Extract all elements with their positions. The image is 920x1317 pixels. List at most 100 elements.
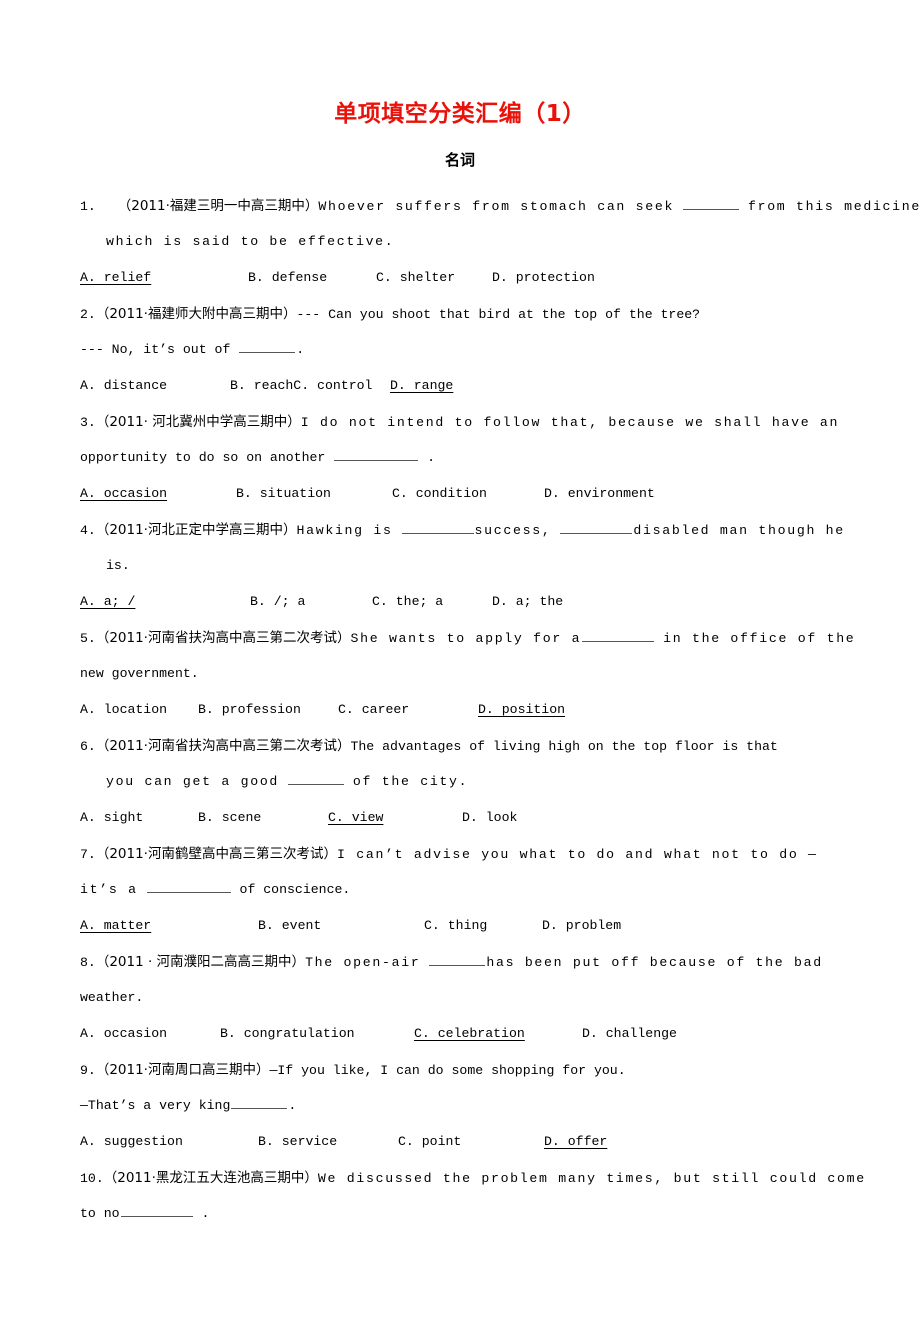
question-stem-line-2: new government. [80,656,840,692]
option-a[interactable]: A. suggestion [80,1124,258,1160]
option-d[interactable]: D. offer [544,1124,607,1160]
question-stem-text-cont: success, [474,523,552,538]
option-bc[interactable]: B. reachC. control [230,368,390,404]
question-stem-text: which is said to be effective. [106,234,395,249]
question-stem-line: 2.（2011·福建师大附中高三期中）--- Can you shoot tha… [80,296,840,332]
option-b[interactable]: B. defense [248,260,376,296]
option-row: A. suggestion B. service C. point D. offer [80,1124,840,1160]
option-b[interactable]: B. congratulation [220,1016,414,1052]
option-c[interactable]: C. view [328,800,462,836]
question-stem-text: you can get a good [106,774,280,789]
option-b[interactable]: B. service [258,1124,398,1160]
question-source: （2011·福建三明一中高三期中） [117,198,319,214]
option-row: A. occasion B. congratulation C. celebrati… [80,1016,840,1052]
question-stem-text: new government. [80,666,199,681]
question-stem-text: We discussed the problem many times, but… [317,1171,866,1186]
question-number: 3. [80,415,96,430]
option-b[interactable]: B. event [258,908,424,944]
question-stem-text-cont: . [201,1206,210,1221]
answer-blank [120,1204,193,1217]
answer-blank [683,197,740,210]
question-item: 2.（2011·福建师大附中高三期中）--- Can you shoot tha… [80,296,840,404]
question-stem-text: —If you like, I can do some shopping for… [269,1063,626,1078]
option-d[interactable]: D. protection [492,260,595,296]
question-stem-line-2: weather. [80,980,840,1016]
question-number: 8. [80,955,96,970]
option-c[interactable]: C. celebration [414,1016,582,1052]
option-a[interactable]: A. location [80,692,198,728]
option-d[interactable]: D. problem [542,908,621,944]
question-stem-text: Hawking is [296,523,393,538]
option-b[interactable]: B. scene [198,800,328,836]
question-item: 1. （2011·福建三明一中高三期中）Whoever suffers from… [80,188,920,296]
option-a[interactable]: A. sight [80,800,198,836]
question-source: （2011·福建师大附中高三期中） [95,306,297,322]
question-item: 7.（2011·河南鹤壁高中高三第三次考试）I can’t advise you… [80,836,840,944]
question-item: 8.（2011 · 河南濮阳二高高三期中）The open-air has be… [80,944,840,1052]
option-b[interactable]: B. profession [198,692,338,728]
question-stem-line: 1. （2011·福建三明一中高三期中）Whoever suffers from… [80,188,920,224]
question-item: 4.（2011·河北正定中学高三期中）Hawking is success, d… [80,512,843,620]
option-c[interactable]: C. condition [392,476,544,512]
question-number: 6. [80,739,96,754]
question-stem-text: I do not intend to follow that, because … [300,415,840,430]
question-stem-text: opportunity to do so on another [80,450,326,465]
option-c[interactable]: C. shelter [376,260,492,296]
question-stem-text: it’s a [80,882,138,897]
document-page: 单项填空分类汇编（1） 名词 1. （2011·福建三明一中高三期中）Whoev… [0,15,920,1317]
question-stem-text-cont-2: disabled man though he [633,523,845,538]
answer-blank [146,880,231,893]
question-stem-text: to no [80,1206,120,1221]
question-stem-line: 7.（2011·河南鹤壁高中高三第三次考试）I can’t advise you… [80,836,840,872]
question-stem-line: 5.（2011·河南省扶沟高中高三第二次考试）She wants to appl… [80,620,854,656]
question-number: 1. [80,199,96,214]
option-a[interactable]: A. occasion [80,1016,220,1052]
option-b[interactable]: B. /; a [250,584,372,620]
question-number: 7. [80,847,96,862]
option-d[interactable]: D. a; the [492,584,563,620]
option-c[interactable]: C. point [398,1124,544,1160]
option-c[interactable]: C. the; a [372,584,492,620]
question-stem-text: Whoever suffers from stomach can seek [318,199,675,214]
option-d[interactable]: D. look [462,800,517,836]
question-stem-text: weather. [80,990,144,1005]
answer-blank [287,772,344,785]
option-row: A. sight B. scene C. view D. look [80,800,840,836]
option-c[interactable]: C. career [338,692,478,728]
question-stem-text: —That’s a very king [80,1098,231,1113]
question-source: （2011 · 河南濮阳二高高三期中） [95,954,306,970]
question-source: （2011·河南鹤壁高中高三第三次考试） [95,846,337,862]
option-a[interactable]: A. matter [80,908,258,944]
question-stem-text-cont: has been put off because of the bad [486,955,823,970]
question-source: （2011·河南周口高三期中） [95,1062,270,1078]
question-stem-text-cont: . [288,1098,297,1113]
option-c[interactable]: C. thing [424,908,542,944]
question-source: （2011·河北正定中学高三期中） [95,522,297,538]
question-item: 10.（2011·黑龙江五大连池高三期中）We discussed the pr… [80,1160,864,1232]
option-d[interactable]: D. range [390,368,453,404]
option-d[interactable]: D. environment [544,476,655,512]
answer-blank-2 [560,521,633,534]
question-number: 2. [80,307,96,322]
question-item: 6.（2011·河南省扶沟高中高三第二次考试）The advantages of… [80,728,840,836]
option-d[interactable]: D. position [478,692,565,728]
option-b[interactable]: B. situation [236,476,392,512]
question-stem-text-cont: of the city. [352,774,469,789]
answer-blank [239,340,296,353]
question-source: （2011·黑龙江五大连池高三期中） [103,1170,318,1186]
option-row: A. relief B. defense C. shelter D. protecti… [80,260,840,296]
question-stem-line: 8.（2011 · 河南濮阳二高高三期中）The open-air has be… [80,944,840,980]
option-d[interactable]: D. challenge [582,1016,677,1052]
answer-blank [401,521,474,534]
question-stem-text-cont: from this medicine, [747,199,920,214]
question-stem-line-2: you can get a good of the city. [80,764,840,800]
question-number: 10. [80,1171,104,1186]
option-a[interactable]: A. a; / [80,584,250,620]
answer-blank [429,953,486,966]
question-stem-line-2: is. [80,548,840,584]
option-row: A. distance B. reachC. control D. range [80,368,840,404]
question-stem-text: --- Can you shoot that bird at the top o… [296,307,701,322]
option-a[interactable]: A. occasion [80,476,236,512]
option-a[interactable]: A. distance [80,368,230,404]
option-a[interactable]: A. relief [80,260,248,296]
